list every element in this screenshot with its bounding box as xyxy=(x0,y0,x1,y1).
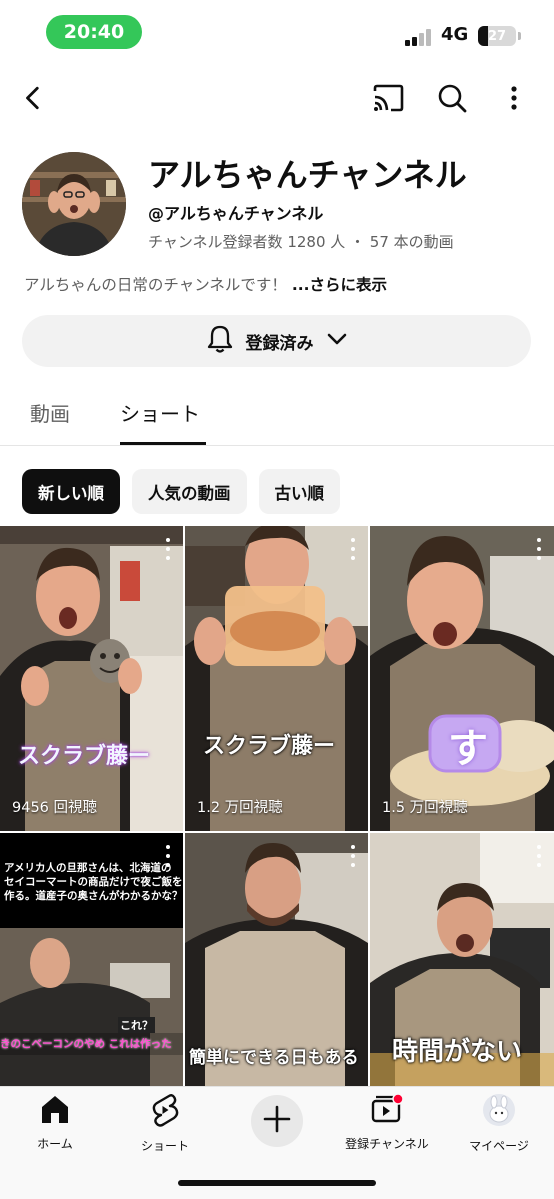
home-icon xyxy=(38,1093,72,1129)
shorts-grid: スクラブ藤ー 9456 回視聴 スクラブ藤ー 1.2 万回視聴 す 1.5 万回… xyxy=(0,526,554,1086)
nav-shorts[interactable]: ショート xyxy=(110,1093,220,1154)
back-icon[interactable] xyxy=(12,76,56,120)
show-more-link[interactable]: ...さらに表示 xyxy=(292,276,387,294)
subscriptions-icon xyxy=(369,1093,405,1129)
battery-level: 27 xyxy=(487,28,507,44)
short-thumbnail[interactable]: アメリカ人の旦那さんは、北海道の セイコーマートの商品だけで夜ご飯を 作る。道産… xyxy=(0,833,183,1086)
battery-icon: 27 xyxy=(478,26,516,46)
signal-icon xyxy=(405,28,433,46)
network-type: 4G xyxy=(441,24,469,45)
tab-videos[interactable]: 動画 xyxy=(30,398,70,427)
tab-shorts[interactable]: ショート xyxy=(120,398,200,427)
status-bar: 20:40 4G 27 xyxy=(0,0,554,64)
sort-chips: 新しい順 人気の動画 古い順 xyxy=(22,469,340,515)
short-views: 9456 回視聴 xyxy=(12,800,98,816)
search-icon[interactable] xyxy=(430,76,474,120)
more-vert-icon[interactable] xyxy=(492,76,536,120)
short-overlay-text: スクラブ藤ー xyxy=(18,744,151,769)
chip-oldest[interactable]: 古い順 xyxy=(258,469,340,514)
short-more-icon[interactable] xyxy=(165,538,171,560)
nav-label-shorts: ショート xyxy=(140,1139,189,1153)
short-overlay-text: す xyxy=(448,726,488,772)
nav-label-you: マイページ xyxy=(469,1139,529,1153)
subscribed-button[interactable]: 登録済み xyxy=(22,315,531,367)
channel-description[interactable]: アルちゃんの日常のチャンネルです！ ...さらに表示 xyxy=(24,273,387,295)
description-text: アルちゃんの日常のチャンネルです！ xyxy=(24,276,287,294)
subscribed-label: 登録済み xyxy=(245,333,314,354)
profile-avatar-icon xyxy=(482,1093,516,1131)
channel-handle: @アルちゃんチャンネル xyxy=(148,204,324,223)
bell-icon xyxy=(206,324,234,359)
chevron-down-icon xyxy=(326,331,348,351)
short-thumbnail[interactable]: 時間がない xyxy=(370,833,554,1086)
short-thumbnail[interactable]: す 1.5 万回視聴 xyxy=(370,526,554,831)
plus-icon xyxy=(263,1105,291,1137)
cast-icon[interactable] xyxy=(366,76,410,120)
short-overlay-text: スクラブ藤ー xyxy=(203,734,336,759)
short-overlay-text: 時間がない xyxy=(392,1037,523,1067)
active-tab-indicator xyxy=(120,442,206,445)
shorts-icon xyxy=(151,1093,179,1131)
short-more-icon[interactable] xyxy=(350,538,356,560)
short-views: 1.5 万回視聴 xyxy=(382,800,468,816)
create-button[interactable] xyxy=(251,1095,303,1147)
short-overlay-text: 簡単にできる日もある xyxy=(189,1048,359,1068)
channel-stats: チャンネル登録者数 1280 人 ・ 57 本の動画 xyxy=(148,233,454,251)
short-thumbnail[interactable]: 簡単にできる日もある xyxy=(185,833,368,1086)
channel-title: アルちゃんチャンネル xyxy=(148,156,467,194)
short-thumbnail[interactable]: スクラブ藤ー 9456 回視聴 xyxy=(0,526,183,831)
short-caption-low: きのこベーコンのやめ これは作った xyxy=(0,1038,172,1050)
channel-avatar[interactable] xyxy=(22,152,126,256)
short-more-icon[interactable] xyxy=(350,845,356,867)
short-caption-top: アメリカ人の旦那さんは、北海道の セイコーマートの商品だけで夜ご飯を 作る。道産… xyxy=(4,862,183,902)
short-caption-mid: これ？ xyxy=(118,1017,155,1033)
chip-popular[interactable]: 人気の動画 xyxy=(132,469,247,514)
channel-tabs: 動画 ショート xyxy=(0,384,554,446)
top-bar xyxy=(0,70,554,126)
nav-label-subscriptions: 登録チャンネル xyxy=(345,1137,429,1151)
status-time: 20:40 xyxy=(46,15,142,49)
nav-subscriptions[interactable]: 登録チャンネル xyxy=(332,1093,442,1152)
short-more-icon[interactable] xyxy=(536,538,542,560)
chip-newest[interactable]: 新しい順 xyxy=(22,469,120,514)
short-thumbnail[interactable]: スクラブ藤ー 1.2 万回視聴 xyxy=(185,526,368,831)
short-views: 1.2 万回視聴 xyxy=(197,800,283,816)
short-more-icon[interactable] xyxy=(536,845,542,867)
nav-home[interactable]: ホーム xyxy=(0,1093,110,1152)
battery-cap xyxy=(518,32,521,40)
nav-label-home: ホーム xyxy=(37,1137,73,1151)
nav-you[interactable]: マイページ xyxy=(444,1093,554,1154)
home-indicator xyxy=(178,1180,376,1186)
short-more-icon[interactable] xyxy=(165,845,171,867)
